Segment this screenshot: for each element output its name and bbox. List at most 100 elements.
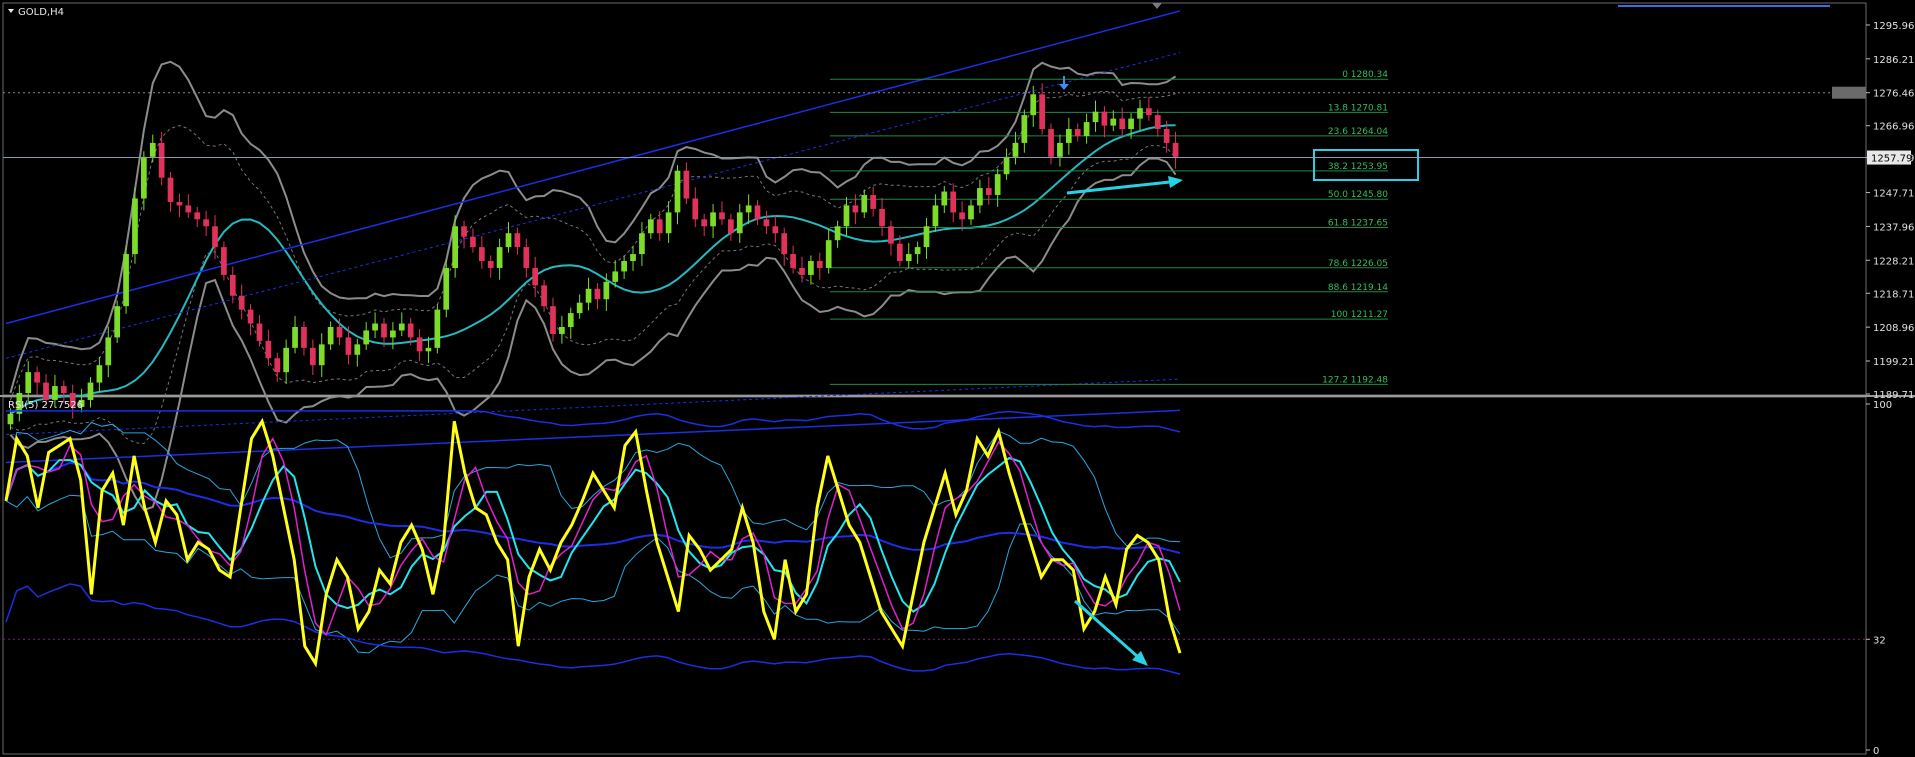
price-tick-label: 1286.21	[1873, 55, 1914, 66]
chart-title: GOLD,H4	[18, 7, 64, 18]
lower-band-inner	[10, 145, 1176, 445]
top-marker-icon	[1152, 3, 1162, 9]
candle-body	[550, 306, 556, 334]
candle-body	[167, 177, 174, 202]
candle-body	[1101, 111, 1108, 126]
candle-body	[283, 347, 290, 373]
candle-body	[1146, 108, 1152, 116]
candle-body	[407, 323, 414, 338]
candle-body	[754, 205, 761, 220]
candle-body	[185, 205, 192, 213]
candle-body	[932, 205, 939, 227]
price-tick-label: 1199.21	[1873, 357, 1914, 368]
candle-body	[710, 212, 716, 227]
candle-body	[1137, 108, 1143, 119]
candle-body	[416, 337, 423, 352]
candle-body	[505, 233, 512, 248]
candle-body	[247, 309, 254, 324]
candle-body	[1012, 142, 1019, 157]
candle-body	[52, 386, 58, 400]
candle-body	[514, 233, 521, 248]
rsi-tick-label: 100	[1873, 400, 1892, 411]
candle-body	[994, 174, 1001, 196]
price-tick-label: 1237.96	[1873, 222, 1914, 233]
candle-body	[772, 226, 779, 234]
candle-body	[372, 323, 378, 331]
candle-body	[1092, 111, 1099, 123]
fibonacci-retracement[interactable]: 0 1280.34 13.8 1270.81 23.6 1264.04 38.2 12…	[830, 70, 1388, 385]
candle-body	[736, 212, 743, 234]
candle-body	[968, 205, 974, 220]
current-price-label: 1257.79	[1871, 154, 1912, 165]
candle-body	[923, 226, 930, 248]
candle-body	[665, 212, 672, 234]
candle-body	[781, 233, 788, 255]
candle-body	[43, 382, 49, 400]
candle-body	[443, 267, 450, 310]
candle-body	[852, 205, 859, 213]
candle-body	[905, 254, 912, 262]
price-tick-label: 1266.96	[1873, 122, 1914, 133]
fib-level-label: 61.8 1237.65	[1328, 218, 1388, 228]
fib-level-label: 13.8 1270.81	[1328, 103, 1388, 113]
bollinger-bands	[5, 10, 1181, 512]
price-trend-arrow	[1066, 176, 1183, 195]
candle-body	[434, 309, 441, 348]
candle-body	[452, 226, 458, 268]
candle-body	[496, 247, 503, 268]
candle-body	[1057, 142, 1063, 157]
candle-body	[1039, 94, 1045, 130]
candle-body	[647, 219, 654, 234]
candle-body	[816, 261, 823, 268]
candle-body	[985, 188, 992, 196]
candle-body	[799, 267, 805, 275]
candle-body	[1030, 94, 1037, 116]
candle-body	[487, 261, 494, 268]
fib-level-label: 0 1280.34	[1342, 70, 1388, 80]
candle-body	[301, 327, 307, 348]
candle-body	[229, 274, 236, 296]
candle-body	[149, 142, 156, 157]
candle-body	[914, 247, 921, 255]
chevron-down-icon[interactable]	[8, 9, 14, 13]
rsi-tick-label: 32	[1873, 635, 1886, 646]
down-arrow-icon	[1059, 76, 1069, 90]
candle-body	[238, 295, 245, 310]
candle-body	[96, 365, 103, 383]
candle-body	[861, 195, 868, 213]
candle-body	[950, 191, 957, 213]
candle-body	[194, 212, 201, 220]
rsi-tick-label: 0	[1873, 746, 1879, 757]
rsi-title: RSI(5) 27.7526	[8, 400, 83, 411]
candle-body	[1172, 142, 1179, 157]
candle-body	[896, 243, 903, 262]
candle-body	[34, 372, 40, 383]
candle-body	[256, 323, 263, 341]
candle-body	[1128, 118, 1134, 130]
candle-body	[25, 372, 32, 393]
candle-body	[630, 254, 636, 262]
fib-level-label: 38.2 1253.95	[1328, 162, 1388, 172]
candle-body	[523, 247, 530, 268]
candle-body	[292, 327, 298, 348]
candle-body	[825, 240, 832, 268]
candle-body	[1003, 156, 1010, 175]
rsi-lower-band	[5, 494, 1181, 654]
symbol-title[interactable]: GOLD,H4	[8, 7, 64, 18]
candle-body	[541, 285, 547, 307]
candle-body	[585, 288, 592, 303]
candlesticks	[7, 83, 1179, 430]
candle-body	[639, 233, 645, 255]
candle-body	[1021, 115, 1028, 143]
candle-body	[576, 302, 583, 314]
candle-body	[212, 226, 218, 248]
candle-body	[567, 313, 574, 328]
candle-body	[674, 170, 681, 213]
candle-body	[318, 344, 325, 366]
candle-body	[60, 386, 67, 393]
candle-body	[603, 281, 610, 300]
candle-body	[345, 337, 352, 355]
high-price-tag	[1832, 86, 1866, 99]
candle-body	[1119, 118, 1126, 130]
candle-body	[532, 267, 539, 286]
